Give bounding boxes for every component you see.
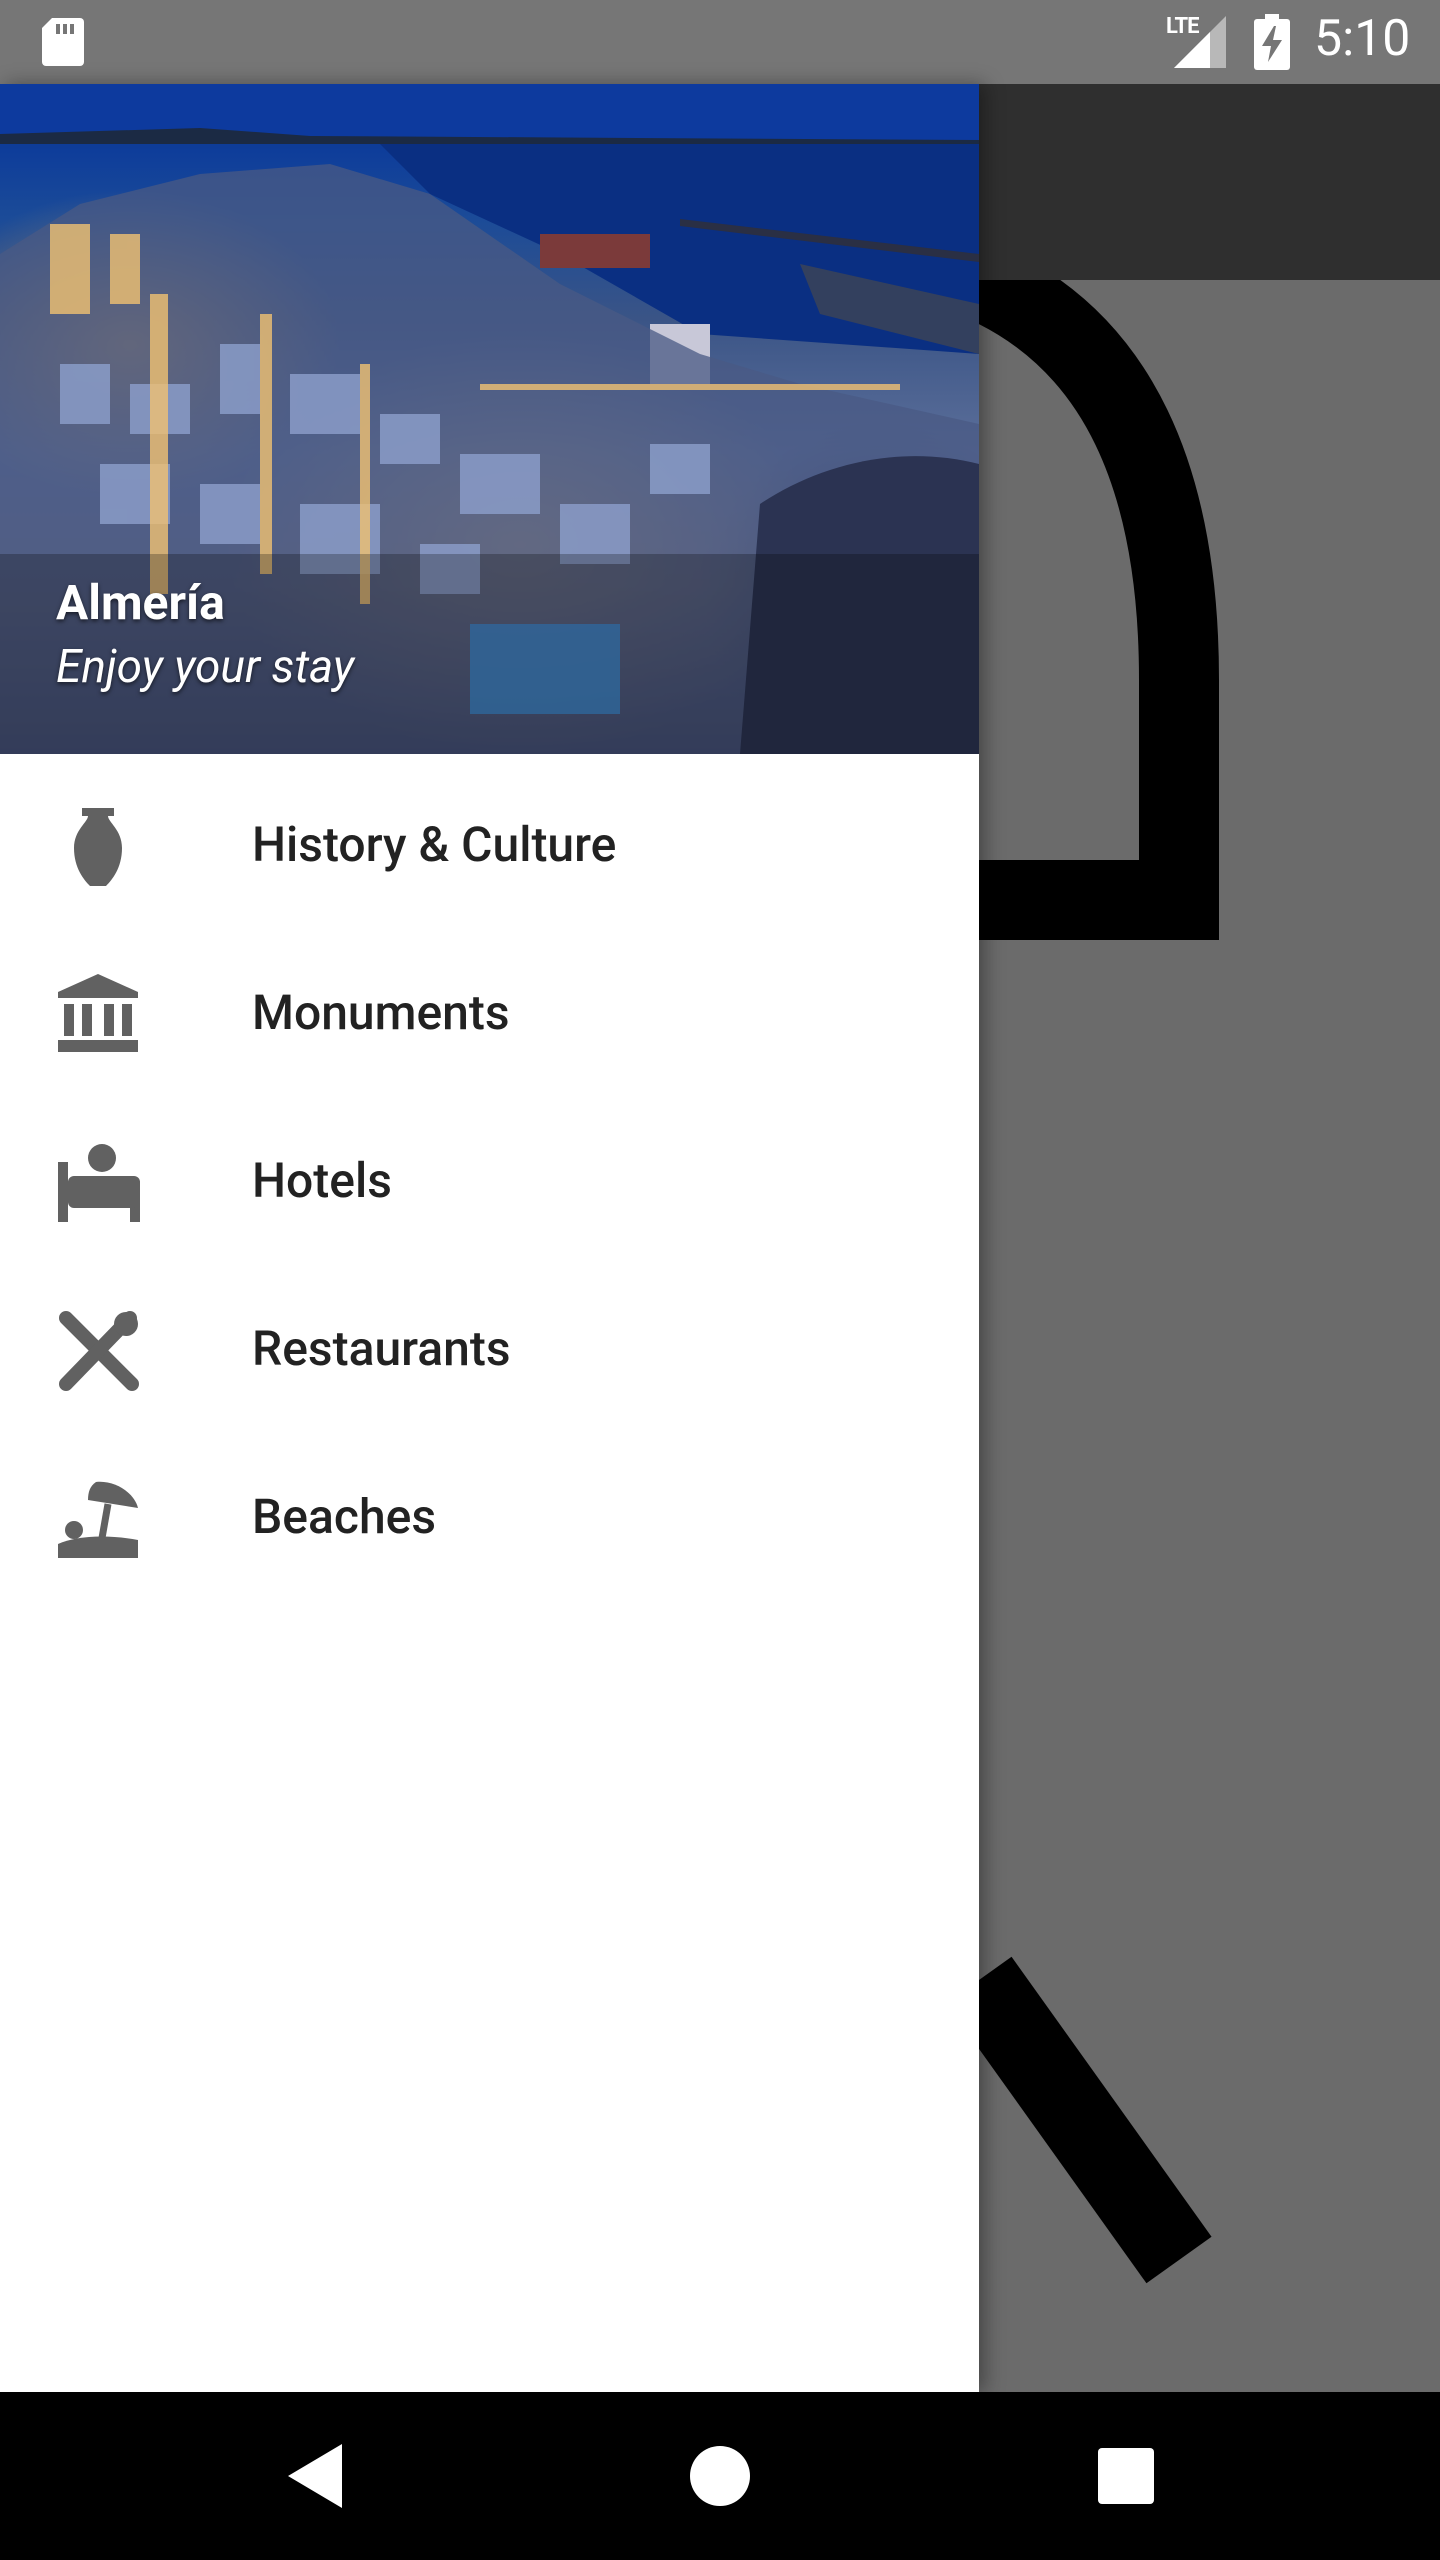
main-content-scrim[interactable] xyxy=(979,280,1440,2392)
home-icon[interactable] xyxy=(676,2432,764,2520)
clock: 5:10 xyxy=(1314,10,1411,68)
menu-item-monuments[interactable]: Monuments xyxy=(0,922,979,1090)
menu-item-label: Monuments xyxy=(252,984,510,1041)
recents-icon[interactable] xyxy=(1082,2432,1170,2520)
vase-icon xyxy=(74,808,122,886)
menu-item-label: Hotels xyxy=(252,1152,392,1209)
menu-item-label: Restaurants xyxy=(252,1320,511,1377)
back-icon[interactable] xyxy=(270,2432,358,2520)
status-bar: LTE 5:10 xyxy=(0,0,1440,84)
main-content-graphic xyxy=(979,280,1219,2284)
menu-item-label: Beaches xyxy=(252,1488,437,1545)
museum-icon xyxy=(58,974,138,1052)
sd-card-icon xyxy=(42,18,84,66)
navigation-drawer: Almería Enjoy your stay History & Cultur… xyxy=(0,84,979,2392)
network-type-label: LTE xyxy=(1166,14,1199,39)
drawer-header-subtitle: Enjoy your stay xyxy=(56,640,355,694)
app-toolbar xyxy=(979,84,1440,280)
menu-item-history-culture[interactable]: History & Culture xyxy=(0,754,979,922)
beach-umbrella-icon xyxy=(58,1481,138,1558)
menu-item-restaurants[interactable]: Restaurants xyxy=(0,1258,979,1426)
hotel-bed-icon xyxy=(58,1144,140,1222)
drawer-menu: History & Culture Monuments Hotels Resta… xyxy=(0,754,979,1594)
utensils-icon xyxy=(59,1311,139,1391)
menu-item-label: History & Culture xyxy=(252,816,617,873)
menu-item-hotels[interactable]: Hotels xyxy=(0,1090,979,1258)
drawer-header-title: Almería xyxy=(56,574,225,631)
menu-item-beaches[interactable]: Beaches xyxy=(0,1426,979,1594)
drawer-header: Almería Enjoy your stay xyxy=(0,84,979,754)
system-nav-bar xyxy=(0,2392,1440,2560)
battery-charging-icon xyxy=(1254,14,1290,70)
